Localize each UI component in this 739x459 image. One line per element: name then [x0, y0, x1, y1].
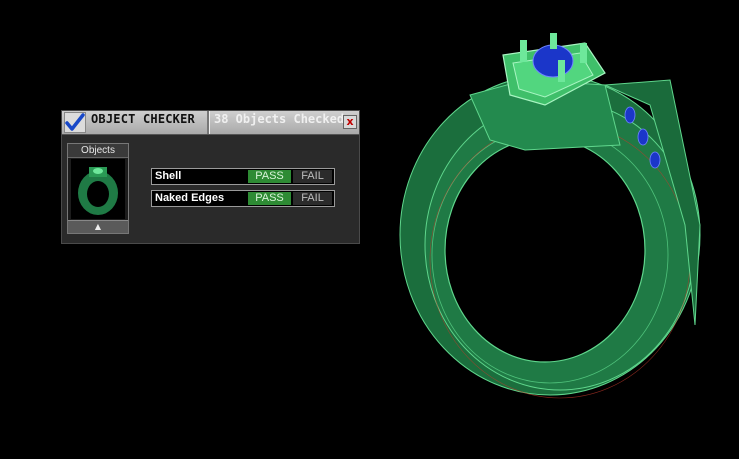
scroll-up-button[interactable]: ▲ [68, 220, 128, 233]
ring-thumbnail-icon[interactable] [71, 159, 125, 219]
fail-badge[interactable]: FAIL [293, 192, 332, 205]
ring-3d-model[interactable] [395, 25, 715, 409]
check-row-shell: Shell PASS FAIL [151, 168, 335, 185]
check-label: Naked Edges [155, 192, 225, 204]
pass-badge[interactable]: PASS [248, 192, 291, 205]
close-icon: x [346, 115, 354, 128]
checker-title: OBJECT CHECKER [91, 112, 195, 126]
title-divider [207, 111, 210, 134]
check-label: Shell [155, 170, 182, 182]
objects-checked-count: 38 Objects Checked [214, 112, 344, 126]
fail-badge[interactable]: FAIL [293, 170, 332, 183]
object-checker-panel: OBJECT CHECKER 38 Objects Checked x Obje… [61, 110, 360, 244]
checker-titlebar: OBJECT CHECKER 38 Objects Checked x [62, 111, 359, 135]
check-row-naked-edges: Naked Edges PASS FAIL [151, 190, 335, 207]
pass-badge[interactable]: PASS [248, 170, 291, 183]
close-button[interactable]: x [343, 115, 357, 129]
checkmark-logo-icon [64, 112, 86, 133]
objects-list[interactable]: Objects ▲ [67, 143, 129, 234]
objects-header: Objects [68, 144, 128, 158]
